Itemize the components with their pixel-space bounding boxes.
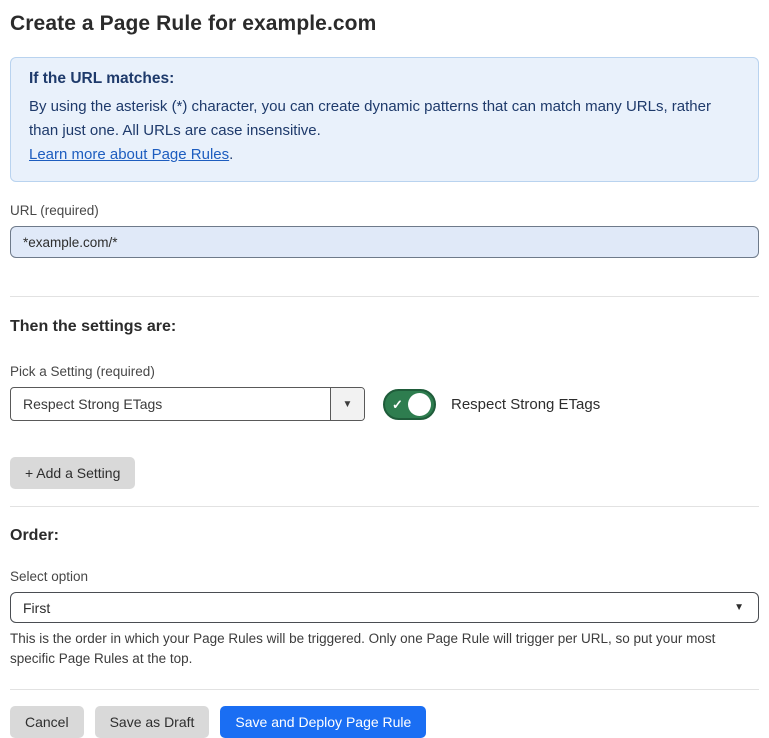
toggle-label: Respect Strong ETags [451,396,600,413]
url-match-info-callout: If the URL matches: By using the asteris… [10,57,759,182]
order-select-label: Select option [10,569,759,584]
divider [10,506,759,507]
setting-select[interactable]: Respect Strong ETags ▼ [10,387,365,421]
cancel-button[interactable]: Cancel [10,706,84,738]
info-callout-link-line: Learn more about Page Rules. [29,143,740,167]
footer-actions: Cancel Save as Draft Save and Deploy Pag… [10,706,759,738]
setting-select-value: Respect Strong ETags [11,388,330,420]
order-section-heading: Order: [10,527,759,545]
url-field-label: URL (required) [10,203,759,218]
toggle-knob [408,393,431,416]
page-rule-form: Create a Page Rule for example.com If th… [0,0,769,738]
page-title: Create a Page Rule for example.com [10,12,759,36]
save-and-deploy-button[interactable]: Save and Deploy Page Rule [220,706,426,738]
order-help-text: This is the order in which your Page Rul… [10,629,755,669]
order-select-value: First [23,600,50,616]
check-icon: ✓ [392,398,403,411]
chevron-down-icon[interactable]: ▼ [330,388,364,420]
order-select[interactable]: First ▼ [10,592,759,623]
info-callout-heading: If the URL matches: [29,70,740,88]
setting-row: Respect Strong ETags ▼ ✓ Respect Strong … [10,387,759,421]
link-period: . [229,146,233,163]
settings-section-heading: Then the settings are: [10,318,759,336]
pick-setting-label: Pick a Setting (required) [10,364,759,379]
url-input[interactable] [10,226,759,258]
respect-strong-etags-toggle[interactable]: ✓ [383,389,436,420]
add-setting-button[interactable]: + Add a Setting [10,457,135,489]
divider [10,689,759,690]
info-callout-body: By using the asterisk (*) character, you… [29,95,740,143]
divider [10,296,759,297]
learn-more-link[interactable]: Learn more about Page Rules [29,146,229,163]
save-as-draft-button[interactable]: Save as Draft [95,706,210,738]
etag-toggle-group: ✓ Respect Strong ETags [383,389,600,420]
chevron-down-icon: ▼ [734,602,744,613]
